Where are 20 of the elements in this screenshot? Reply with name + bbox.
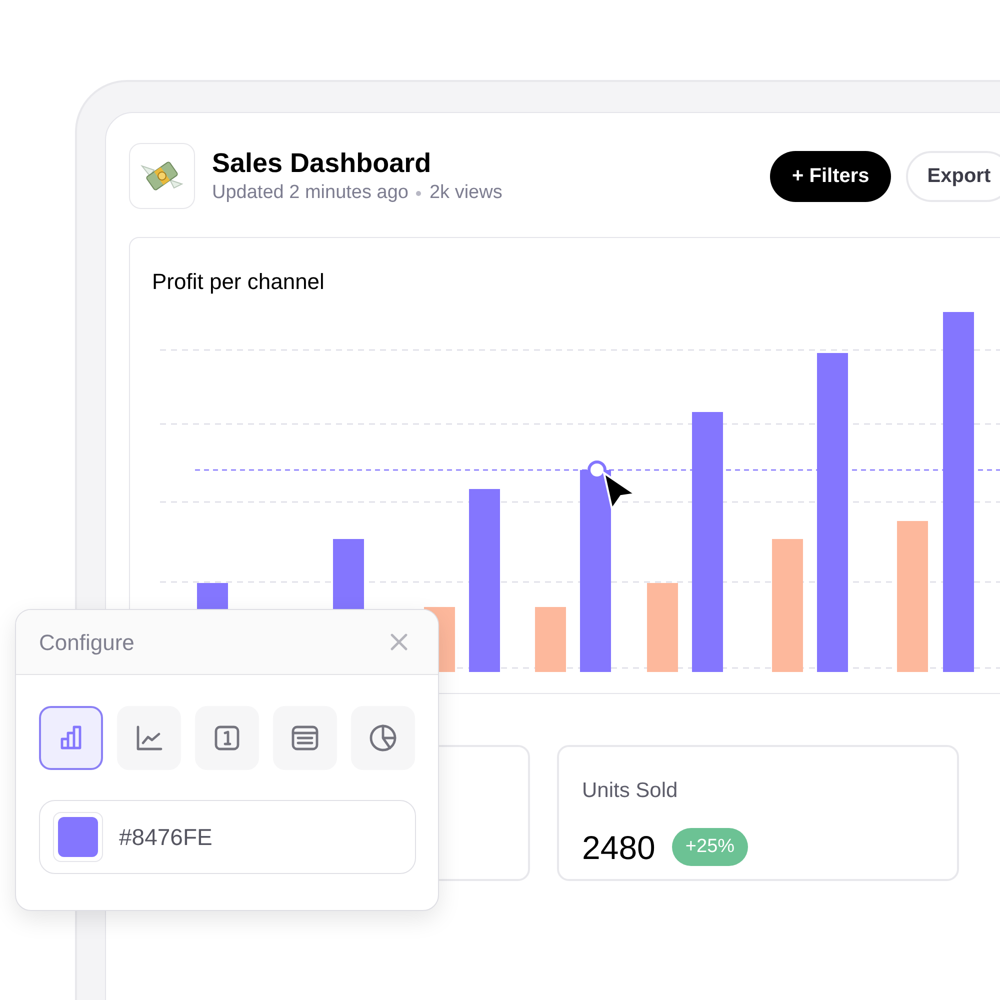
chart-type-button[interactable] <box>351 706 415 770</box>
hover-point[interactable] <box>588 460 606 480</box>
updated-text: Updated 2 minutes ago <box>212 181 408 205</box>
views-text: 2k views <box>429 181 502 205</box>
popover-title: Configure <box>39 628 134 657</box>
color-value: #8476FE <box>119 822 212 852</box>
chart-type-button[interactable] <box>195 706 259 770</box>
change-badge: +25% <box>672 828 748 866</box>
stat-label: Units Sold <box>582 778 679 804</box>
stat-value: 2480 <box>582 828 656 868</box>
color-field[interactable]: #8476FE <box>39 800 416 874</box>
chart-type-button[interactable] <box>273 706 337 770</box>
chart-type-button[interactable] <box>39 706 103 770</box>
filters-button[interactable]: + Filters <box>770 150 892 202</box>
export-button[interactable]: Export <box>906 150 1000 202</box>
dashboard-title: Sales Dashboard <box>212 147 432 180</box>
pie-chart-icon <box>367 722 399 754</box>
bar <box>535 607 566 672</box>
chart-title: Profit per channel <box>152 268 324 296</box>
chart-type-button[interactable] <box>117 706 181 770</box>
